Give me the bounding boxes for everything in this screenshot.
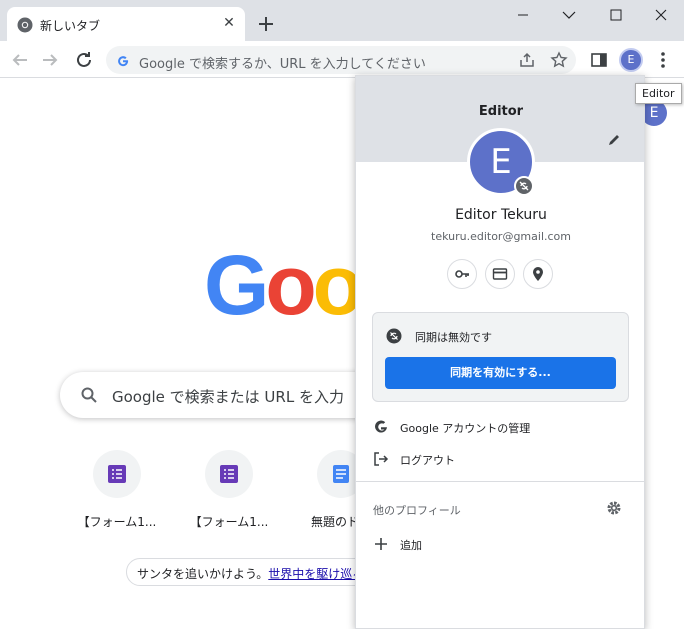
new-tab-plus-icon[interactable] (254, 12, 278, 36)
other-profiles-label: 他のプロフィール (373, 504, 461, 517)
bookmark-star-icon[interactable] (550, 51, 568, 69)
doodle-share-chip[interactable]: サンタを追いかけよう。世界中を駆け巡る (126, 558, 386, 586)
share-icon[interactable] (518, 51, 536, 69)
user-name: Editor Tekuru (455, 207, 547, 223)
doodle-text: サンタを追いかけよう。 (137, 567, 269, 581)
search-placeholder: Google で検索または URL を入力 (112, 388, 344, 406)
plus-icon (375, 538, 387, 550)
chevron-down-icon[interactable] (546, 0, 592, 30)
omnibox-placeholder: Google で検索するか、URL を入力してください (139, 57, 426, 72)
passwords-button[interactable] (447, 259, 477, 289)
logo-letter: G (204, 238, 269, 332)
add-profile-label: 追加 (400, 539, 422, 552)
tab-close-icon[interactable]: ✕ (221, 15, 237, 31)
key-icon (455, 270, 469, 278)
kebab-menu-icon[interactable] (652, 49, 674, 71)
tab-title: 新しいタブ (40, 19, 101, 33)
logout-item[interactable]: ログアウト (356, 443, 644, 475)
location-pin-icon (533, 267, 543, 281)
sync-card: 同期は無効です 同期を有効にする... (372, 312, 629, 402)
shortcut-icon-bg (205, 450, 253, 498)
gear-icon[interactable] (606, 500, 622, 516)
forms-icon (108, 465, 126, 483)
google-g-icon (118, 56, 129, 67)
shortcut-label: 【フォーム1... (77, 515, 157, 529)
add-profile-item[interactable]: 追加 (356, 528, 644, 560)
profile-menu-title: Editor (478, 104, 524, 119)
credit-card-icon (492, 268, 508, 280)
minimize-icon[interactable] (500, 0, 546, 30)
ntp-search-box[interactable]: Google で検索または URL を入力 (60, 372, 390, 418)
sync-off-badge-icon (514, 176, 534, 196)
back-arrow-icon[interactable] (8, 48, 32, 72)
sync-status: 同期は無効です (415, 331, 492, 344)
profile-avatar-button[interactable]: E (619, 48, 643, 72)
doodle-text-wrap: サンタを追いかけよう。世界中を駆け巡る (137, 565, 364, 582)
profile-menu: Editor E Editor Tekuru tekuru.editor@gma… (355, 75, 645, 629)
forms-icon (220, 465, 238, 483)
logo-letter: o (312, 238, 364, 332)
user-email: tekuru.editor@gmail.com (431, 230, 571, 243)
turn-on-sync-button[interactable]: 同期を有効にする... (385, 357, 616, 389)
profile-tooltip: Editor (635, 83, 682, 104)
logout-label: ログアウト (400, 454, 455, 467)
pencil-edit-icon[interactable] (606, 132, 622, 148)
tab-strip: 新しいタブ ✕ (0, 0, 684, 41)
google-logo: Goo (204, 243, 364, 327)
window-close-icon[interactable] (638, 0, 684, 30)
shortcut-tile[interactable]: 【フォーム1... (181, 450, 277, 534)
tab-new-tab[interactable]: 新しいタブ ✕ (7, 7, 245, 41)
shortcut-icon-bg (93, 450, 141, 498)
payment-methods-button[interactable] (485, 259, 515, 289)
sync-disabled-icon (386, 328, 402, 344)
addresses-button[interactable] (523, 259, 553, 289)
google-g-icon (375, 420, 387, 433)
side-panel-icon[interactable] (588, 49, 610, 71)
manage-account-item[interactable]: Google アカウントの管理 (356, 411, 644, 443)
forward-arrow-icon[interactable] (38, 48, 62, 72)
logout-icon (374, 452, 389, 466)
search-icon (81, 387, 97, 403)
docs-icon (333, 465, 349, 483)
shortcut-tile[interactable]: 【フォーム1... (69, 450, 165, 534)
logo-letter: o (265, 238, 316, 332)
shortcut-label: 【フォーム1... (189, 515, 269, 529)
manage-account-label: Google アカウントの管理 (400, 422, 531, 435)
omnibox[interactable]: Google で検索するか、URL を入力してください (106, 46, 576, 74)
reload-icon[interactable] (72, 48, 96, 72)
menu-divider (356, 481, 644, 482)
maximize-icon[interactable] (593, 0, 639, 30)
doodle-link[interactable]: 世界中を駆け巡る (268, 567, 364, 581)
chrome-icon (17, 17, 33, 33)
toolbar: Google で検索するか、URL を入力してください E (0, 41, 684, 78)
